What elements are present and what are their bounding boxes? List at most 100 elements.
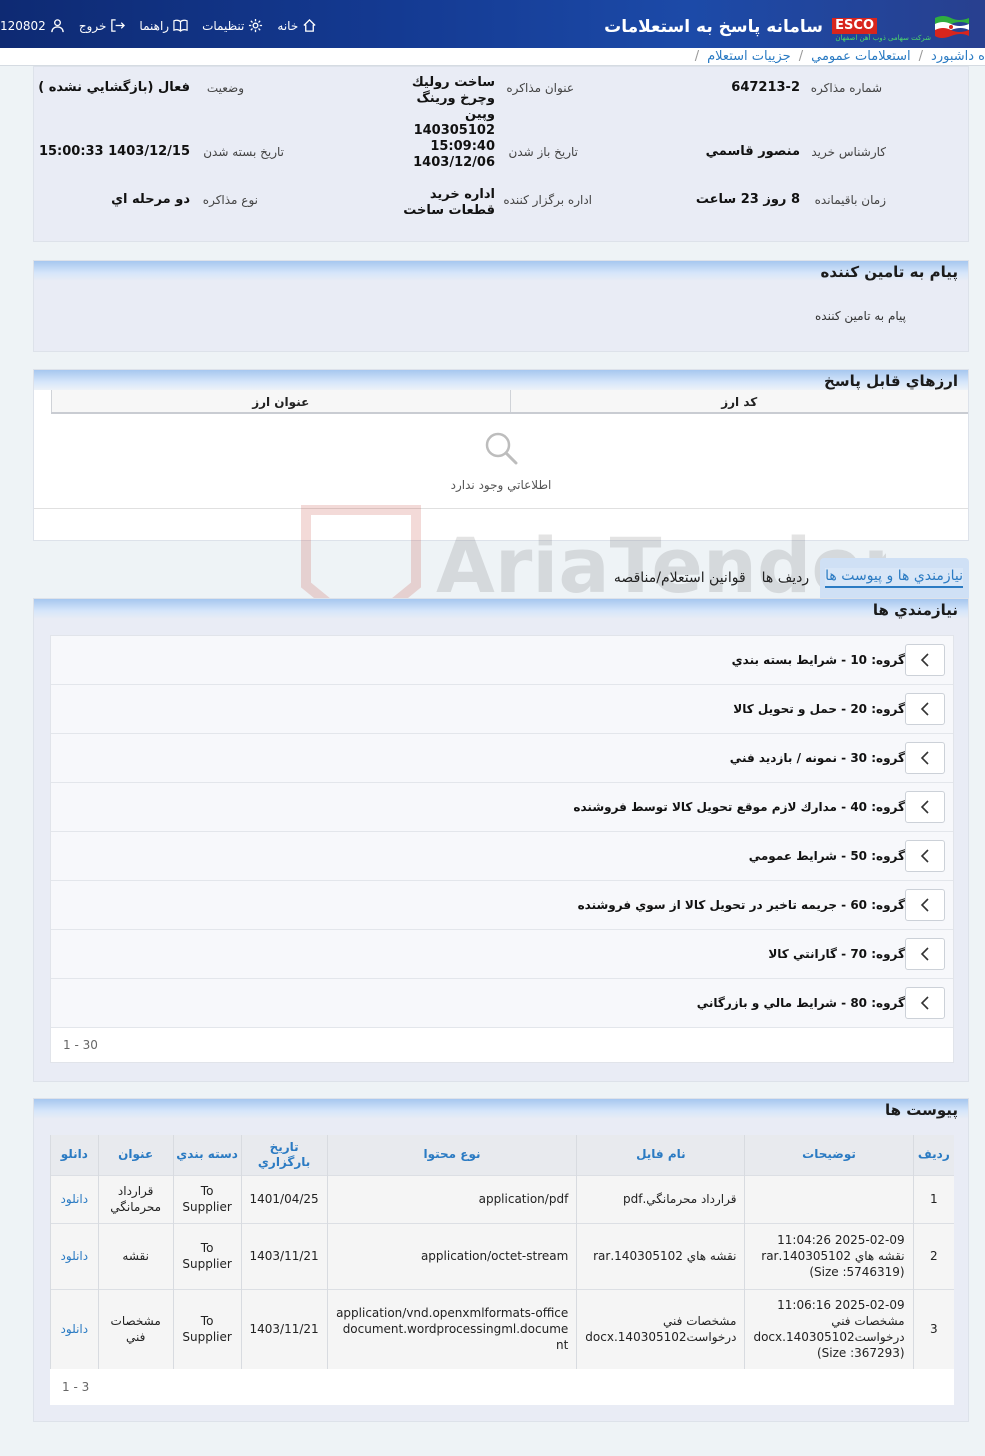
cell-content-type: application/octet-stream	[326, 1222, 577, 1289]
cell-title: مشخصات فني	[97, 1288, 174, 1369]
column-header-title[interactable]: عنوان ارز	[51, 390, 510, 412]
breadcrumb-inquiry-details[interactable]: جزييات استعلام	[707, 49, 791, 64]
table-row: 2 2025-02-09 11:04:26 نقشه هاي 140305102…	[50, 1222, 954, 1289]
open-date-value: 1403/12/06	[413, 155, 495, 170]
info-row: زمان باقيمانده 8 روز 23 ساعت اداره برگزا…	[34, 187, 970, 247]
table-row: 3 2025-02-09 11:06:16 مشخصات فني درخواست…	[50, 1288, 954, 1369]
expert-value: منصور قاسمي	[705, 144, 800, 159]
download-link[interactable]: دانلود	[50, 1222, 99, 1289]
expand-button[interactable]	[905, 938, 945, 970]
requirement-label: گروه: 50 - شرايط عمومي	[748, 849, 905, 863]
requirements-list: گروه: 10 - شرايط بسته بندي گروه: 20 - حم…	[50, 635, 954, 1063]
column-header-index[interactable]: رديف	[912, 1135, 954, 1175]
brand-subtitle: شرکت سهامی ذوب آهن اصفهان	[835, 34, 931, 42]
cell-category: To Supplier	[172, 1174, 242, 1223]
chevron-left-icon	[920, 947, 929, 961]
logout-link[interactable]: خروج	[79, 18, 126, 33]
requirement-group[interactable]: گروه: 60 - جريمه تاخير در تحويل کالا از …	[51, 881, 953, 930]
attachments-table: رديف توضيحات نام فايل نوع محتوا تاريخ با…	[50, 1135, 954, 1369]
app-title: سامانه پاسخ به استعلامات	[604, 17, 823, 37]
cell-title: نقشه	[97, 1222, 174, 1289]
expand-button[interactable]	[905, 889, 945, 921]
gear-icon	[249, 18, 263, 33]
tab-rules[interactable]: قوانين استعلام/مناقصه	[614, 570, 746, 586]
user-menu[interactable]: 120802	[0, 18, 65, 33]
help-label: راهنما	[139, 18, 170, 33]
supplier-message-panel: پيام به تامين کننده پيام به تامين کننده	[33, 260, 969, 352]
requirement-label: گروه: 80 - شرايط مالي و بازرگاني	[696, 996, 905, 1010]
chevron-left-icon	[920, 702, 929, 716]
cell-index: 2	[912, 1222, 954, 1289]
expand-button[interactable]	[905, 840, 945, 872]
column-header-title[interactable]: عنوان	[97, 1135, 174, 1175]
requirement-group[interactable]: گروه: 40 - مدارك لازم موقع تحويل كالا تو…	[51, 783, 953, 832]
tab-rows[interactable]: رديف ها	[762, 570, 809, 586]
search-icon	[485, 432, 518, 465]
expand-button[interactable]	[905, 791, 945, 823]
requirement-group[interactable]: گروه: 20 - حمل و تحويل کالا	[51, 685, 953, 734]
requirement-label: گروه: 40 - مدارك لازم موقع تحويل كالا تو…	[573, 800, 905, 814]
column-header-download[interactable]: دانلو	[50, 1135, 99, 1175]
cell-description: 2025-02-09 11:04:26 نقشه هاي 140305102.r…	[744, 1222, 914, 1289]
settings-link[interactable]: تنظيمات	[202, 18, 263, 33]
status-label: وضعيت	[206, 81, 244, 95]
cell-index: 3	[912, 1288, 954, 1369]
requirement-group[interactable]: گروه: 10 - شرايط بسته بندي	[51, 636, 953, 685]
number-label: شماره مذاکره	[810, 81, 882, 95]
pager-info: 1 - 30	[51, 1028, 953, 1062]
expand-button[interactable]	[905, 987, 945, 1019]
close-date-value: 1403/12/15 15:00:33	[38, 144, 190, 159]
dept-label: اداره برگزار کننده	[503, 193, 592, 207]
breadcrumb-public-inquiries[interactable]: استعلامات عمومي	[811, 49, 911, 64]
column-header-upload-date[interactable]: تاريخ بارگزاري	[240, 1135, 328, 1175]
requirement-group[interactable]: گروه: 80 - شرايط مالي و بازرگاني	[51, 979, 953, 1028]
help-link[interactable]: راهنما	[139, 18, 188, 33]
expand-button[interactable]	[905, 693, 945, 725]
requirement-label: گروه: 30 - نمونه / بازديد فني	[729, 751, 905, 765]
requirement-group[interactable]: گروه: 30 - نمونه / بازديد فني	[51, 734, 953, 783]
column-header-code[interactable]: کد ارز	[509, 390, 969, 412]
column-header-filename[interactable]: نام فايل	[576, 1135, 745, 1175]
requirement-label: گروه: 10 - شرايط بسته بندي	[731, 653, 905, 667]
home-link[interactable]: خانه	[277, 18, 317, 33]
cell-title: قرارداد محرمانگي	[97, 1174, 174, 1223]
user-id: 120802	[0, 18, 46, 33]
cell-content-type: application/vnd.openxmlformats-officedoc…	[326, 1288, 577, 1369]
expand-button[interactable]	[905, 644, 945, 676]
dept-value: اداره خريد قطعات ساخت	[403, 187, 495, 218]
cell-category: To Supplier	[172, 1288, 242, 1369]
requirement-group[interactable]: گروه: 70 - گارانتي کالا	[51, 930, 953, 979]
tab-bar: نيازمندي ها و پيوست ها رديف ها قوانين اس…	[560, 558, 969, 598]
status-value: فعال (بازگشايي نشده )	[38, 80, 190, 95]
requirement-label: گروه: 20 - حمل و تحويل کالا	[733, 702, 905, 716]
open-time-value: 15:09:40	[430, 139, 495, 154]
cell-filename: مشخصات فني درخواست140305102.docx	[576, 1288, 745, 1369]
cell-index: 1	[912, 1174, 954, 1223]
cell-upload-date: 1403/11/21	[240, 1222, 328, 1289]
chevron-left-icon	[920, 849, 929, 863]
requirement-group[interactable]: گروه: 50 - شرايط عمومي	[51, 832, 953, 881]
table-footer	[34, 508, 968, 540]
expand-button[interactable]	[905, 742, 945, 774]
column-header-category[interactable]: دسته بندي	[172, 1135, 242, 1175]
settings-label: تنظيمات	[202, 18, 245, 33]
cell-filename: نقشه هاي 140305102.rar	[576, 1222, 745, 1289]
open-date-label: تاريخ باز شدن	[508, 145, 578, 159]
close-date-label: تاريخ بسته شدن	[203, 145, 284, 159]
column-header-content-type[interactable]: نوع محتوا	[326, 1135, 577, 1175]
esco-logo: ESCO شرکت سهامی ذوب آهن اصفهان	[827, 6, 985, 46]
chevron-left-icon	[920, 898, 929, 912]
top-nav: 120802 خروج راهنما تنظيمات خانه	[0, 18, 317, 33]
column-header-description[interactable]: توضيحات	[744, 1135, 914, 1175]
subject-label: عنوان مذاکره	[506, 81, 574, 95]
cell-upload-date: 1401/04/25	[240, 1174, 328, 1223]
attachments-panel: پيوست ها رديف توضيحات نام فايل نوع محتوا…	[33, 1098, 969, 1422]
tab-requirements-attachments[interactable]: نيازمندي ها و پيوست ها	[825, 568, 963, 588]
download-link[interactable]: دانلود	[50, 1174, 99, 1223]
top-header: ESCO شرکت سهامی ذوب آهن اصفهان سامانه پا…	[0, 0, 985, 48]
chevron-left-icon	[920, 751, 929, 765]
section-title: پيوست ها	[884, 1101, 958, 1119]
breadcrumb-dashboard[interactable]: ه داشبورد	[931, 49, 985, 64]
logout-icon	[111, 19, 126, 32]
download-link[interactable]: دانلود	[50, 1288, 99, 1369]
